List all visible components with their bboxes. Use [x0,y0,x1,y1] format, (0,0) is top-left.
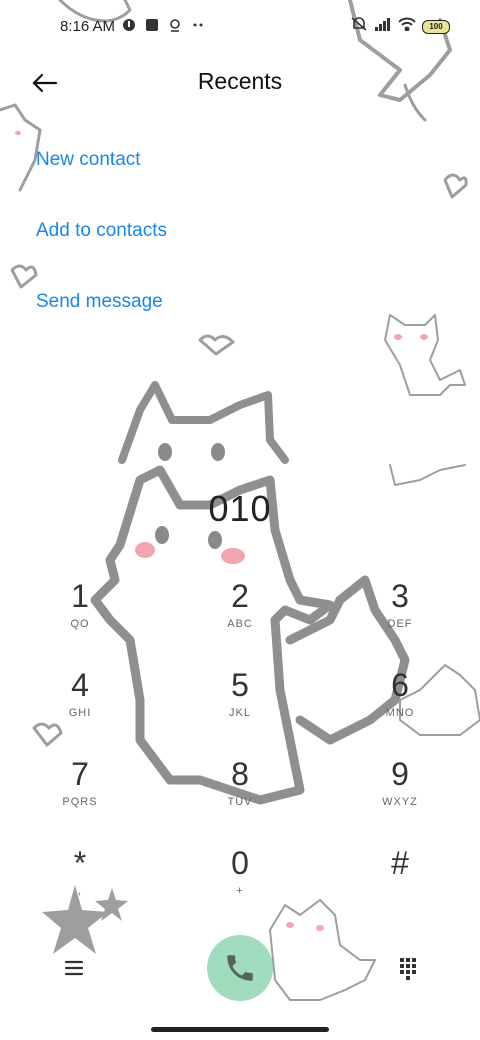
number-actions: New contact Add to contacts Send message [36,140,167,353]
menu-lines-icon [64,960,84,976]
key-9[interactable]: 9 WXYZ [340,754,460,834]
status-left-icons [122,18,205,37]
key-0[interactable]: 0 + [180,843,300,923]
dialed-number[interactable]: 010 [0,488,480,530]
phone-icon [227,955,253,981]
key-1[interactable]: 1 QO [20,576,140,656]
battery-icon: 100 [422,19,450,34]
key-7[interactable]: 7 PQRS [20,754,140,834]
call-button[interactable] [207,935,273,1001]
dialpad-icon [400,958,416,980]
status-right-icons: 100 [350,16,450,37]
send-message-link[interactable]: Send message [36,282,167,353]
status-bar: 8:16 AM 100 [0,0,480,56]
notification-icon [122,18,136,37]
key-digit: 0 [231,845,249,881]
key-letters: TUV [227,796,253,808]
key-letters: QO [70,618,90,630]
key-letters: JKL [229,707,251,719]
mute-icon [350,16,368,37]
more-dots-icon [191,18,205,37]
key-digit: 4 [71,667,89,703]
top-app-bar: Recents [0,56,480,112]
key-digit: 9 [391,756,409,792]
signal-icon [374,17,392,36]
key-digit: * [73,845,87,881]
key-3[interactable]: 3 DEF [340,576,460,656]
key-digit: 7 [71,756,89,792]
key-digit: 5 [231,667,249,703]
key-letters: WXYZ [382,796,418,808]
menu-button[interactable] [58,952,90,984]
bottom-controls [0,930,480,1010]
key-letters: + [236,885,244,897]
app-square-icon [145,18,159,37]
key-digit: 2 [231,578,249,614]
key-letters: MNO [385,707,415,719]
key-hash[interactable]: # [340,843,460,923]
key-star[interactable]: * , [20,843,140,923]
add-to-contacts-link[interactable]: Add to contacts [36,211,167,282]
dialpad-toggle-button[interactable] [392,952,424,984]
key-digit: # [391,845,409,881]
key-letters: PQRS [62,796,98,808]
key-6[interactable]: 6 MNO [340,665,460,745]
key-letters: , [77,885,83,897]
location-icon [168,18,182,37]
key-letters: ABC [227,618,253,630]
key-4[interactable]: 4 GHI [20,665,140,745]
key-5[interactable]: 5 JKL [180,665,300,745]
key-2[interactable]: 2 ABC [180,576,300,656]
new-contact-link[interactable]: New contact [36,140,167,211]
key-digit: 3 [391,578,409,614]
key-letters: DEF [387,618,413,630]
status-time: 8:16 AM [60,18,116,35]
home-indicator[interactable] [151,1027,329,1032]
key-digit: 1 [71,578,89,614]
key-letters: GHI [68,707,92,719]
key-8[interactable]: 8 TUV [180,754,300,834]
key-digit: 8 [231,756,249,792]
page-title: Recents [197,68,283,94]
wifi-icon [398,17,416,36]
key-digit: 6 [391,667,409,703]
